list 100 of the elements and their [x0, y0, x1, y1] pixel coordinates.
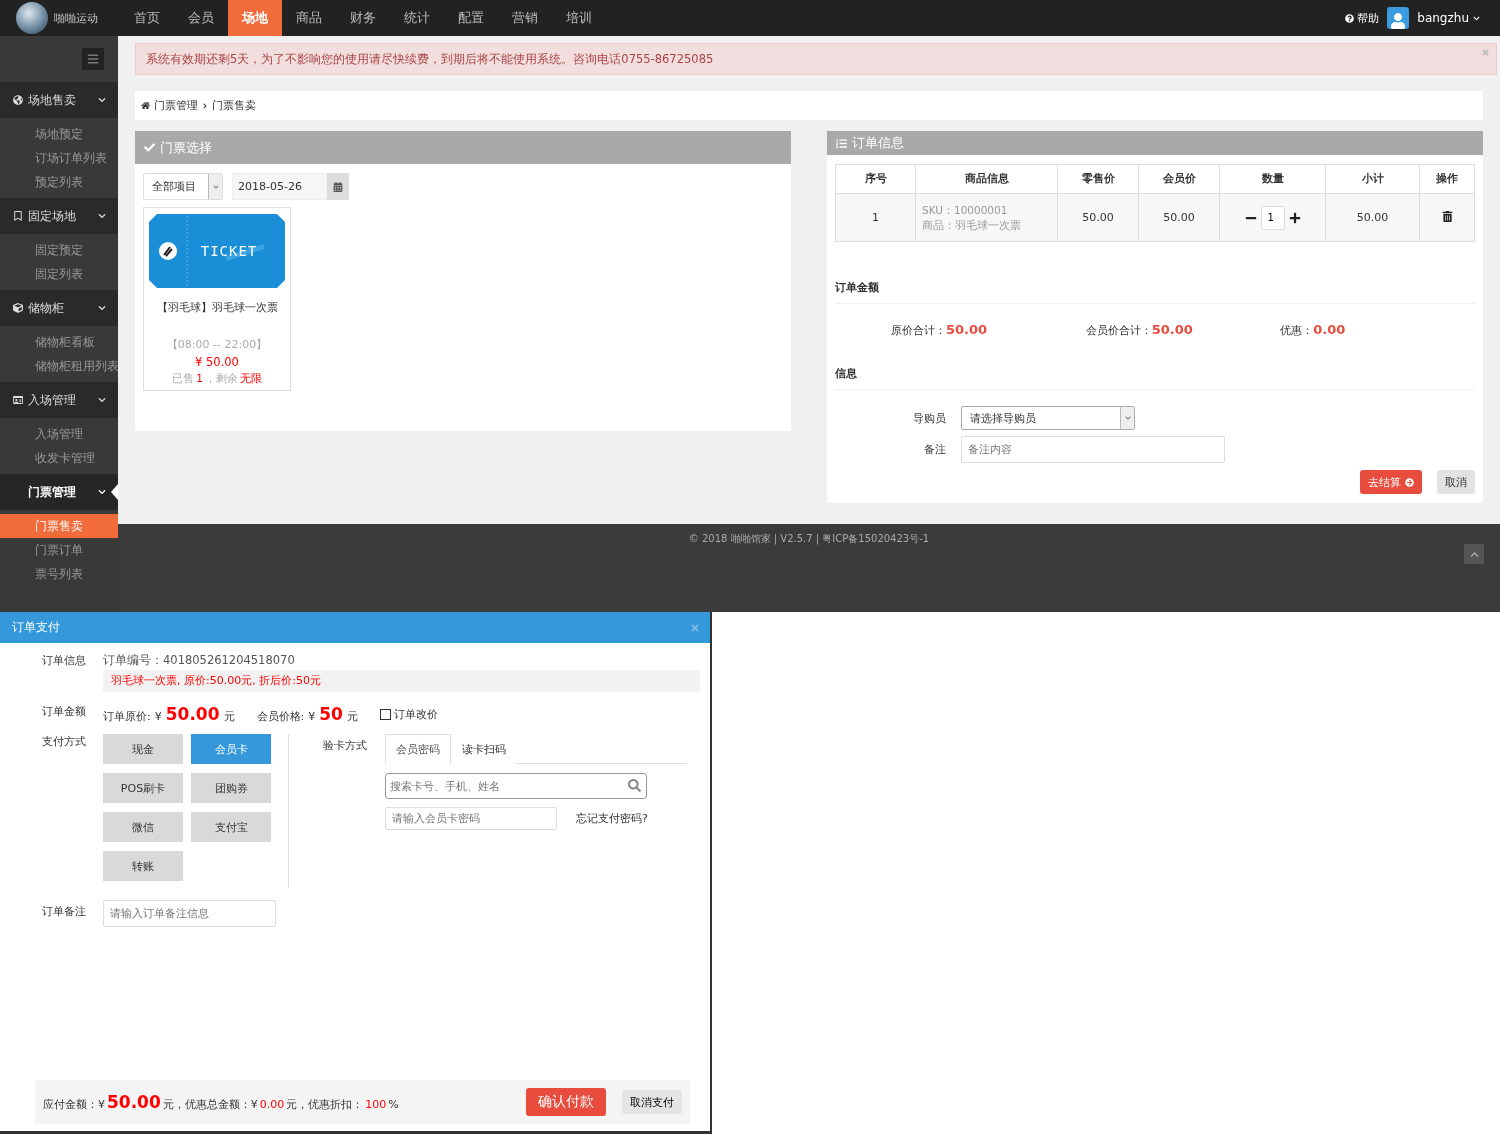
table-cell: 50.00 [1325, 193, 1420, 242]
table-cell: 1 [835, 193, 916, 242]
summary-text: % [388, 1098, 399, 1111]
sidebar-group[interactable]: 场地售卖 [0, 82, 118, 118]
group-icon [13, 303, 23, 313]
product-text: 商品：羽毛球一次票 [922, 217, 1022, 233]
payment-method-button[interactable]: POS刷卡 [103, 773, 183, 803]
summary-value: 50.00 [107, 1092, 161, 1112]
sidebar-item[interactable]: 储物柜看板 [0, 330, 118, 354]
menu-button[interactable] [82, 48, 104, 70]
currency-sign: ¥ [154, 710, 162, 723]
group-icon [13, 395, 23, 405]
amount-label: 会员价格: [256, 709, 305, 724]
password-field[interactable]: 请输入会员卡密码 [385, 807, 557, 830]
help-link[interactable]: 帮助 [1345, 10, 1380, 26]
nav-tab[interactable]: 统计 [390, 0, 444, 36]
footer-text: © 2018 啪啪馆家 | V2.5.7 | 粤ICP备15020423号-1 [688, 532, 930, 547]
table-cell: 50.00 [1138, 193, 1220, 242]
table-cell: 50.00 [1057, 193, 1139, 242]
quantity-field[interactable]: 1 [1260, 205, 1285, 230]
nav-tab[interactable]: 商品 [282, 0, 336, 36]
sidebar-item[interactable]: 门票订单 [0, 538, 118, 562]
order-summary: 羽毛球一次票, 原价:50.00元, 折后价:50元 [103, 670, 700, 692]
verify-tab[interactable]: 会员密码 [385, 734, 451, 764]
chevron-icon [98, 304, 106, 312]
sidebar-group[interactable]: 门票管理 [0, 474, 118, 510]
sidebar-item[interactable]: 储物柜租用列表 [0, 354, 118, 378]
column-header: 零售价 [1057, 164, 1139, 194]
column-header: 会员价 [1138, 164, 1220, 194]
amount-value: 50 [319, 704, 343, 724]
payment-method-button[interactable]: 转账 [103, 851, 183, 881]
price-change-checkbox[interactable]: 订单改价 [379, 707, 438, 722]
remark-field[interactable]: 请输入订单备注信息 [103, 900, 276, 927]
nav-tab[interactable]: 首页 [120, 0, 174, 36]
cancel-button[interactable]: 取消 [1437, 470, 1475, 494]
confirm-payment-button[interactable]: 确认付款 [526, 1088, 606, 1116]
separator-icon [202, 102, 208, 109]
sidebar-item[interactable]: 固定预定 [0, 238, 118, 262]
sidebar-item[interactable]: 预定列表 [0, 170, 118, 194]
payment-method-button[interactable]: 现金 [103, 734, 183, 764]
checkout-button[interactable]: 去结算 [1360, 470, 1422, 494]
dialog-title: 订单支付 [12, 619, 60, 636]
column-header: 数量 [1219, 164, 1326, 194]
total-value: 50.00 [946, 322, 988, 337]
calendar-icon [333, 181, 343, 192]
payment-method-button[interactable]: 团购券 [191, 773, 271, 803]
sidebar-item[interactable]: 票号列表 [0, 562, 118, 586]
user-avatar [1387, 7, 1410, 29]
sidebar-group[interactable]: 入场管理 [0, 382, 118, 418]
panel-title: 订单信息 [852, 134, 904, 152]
row-label: 验卡方式 [323, 738, 368, 754]
check-icon [144, 142, 155, 153]
card-search-field[interactable]: 搜索卡号、手机、姓名 [385, 773, 647, 799]
ticket-card[interactable]: TICKET 【羽毛球】羽毛球一次票 【08:00 -- 22:00】 ¥ 50.00 已售 1 ，剩余 无限 [143, 207, 291, 391]
nav-tab[interactable]: 财务 [336, 0, 390, 36]
nav-tab[interactable]: 会员 [174, 0, 228, 36]
alert-text: 系统有效期还剩5天，为了不影响您的使用请尽快续费，到期后将不能使用系统。咨询电话0755-86725085 [146, 52, 714, 66]
sidebar-item[interactable]: 固定列表 [0, 262, 118, 286]
checkbox[interactable] [379, 709, 391, 720]
field-label: 导购员 [912, 410, 947, 426]
sidebar-item[interactable]: 收发卡管理 [0, 446, 118, 470]
row-label: 订单信息 [41, 653, 87, 669]
user-menu[interactable]: bangzhu [1417, 11, 1480, 25]
row-label: 支付方式 [41, 734, 87, 750]
column-header: 操作 [1419, 164, 1475, 194]
unit-text: 元 [223, 709, 235, 724]
sidebar-item[interactable]: 入场管理 [0, 422, 118, 446]
cancel-payment-button[interactable]: 取消支付 [622, 1090, 682, 1114]
caret-icon [212, 183, 219, 190]
guide-select[interactable]: 请选择导购员 [961, 406, 1135, 430]
total-label: 优惠： [1280, 323, 1314, 338]
payment-method-button[interactable]: 微信 [103, 812, 183, 842]
category-select[interactable]: 全部项目 [143, 173, 223, 200]
ticket-price: ¥ 50.00 [195, 355, 239, 369]
delete-button[interactable] [1441, 210, 1453, 225]
date-field[interactable]: 2018-05-26 [232, 173, 327, 200]
payment-method-button[interactable]: 支付宝 [191, 812, 271, 842]
ticket-name: 【羽毛球】羽毛球一次票 [156, 300, 278, 315]
calendar-button[interactable] [327, 173, 349, 200]
breadcrumb-link[interactable]: 门票售卖 [212, 98, 256, 113]
forgot-password-link[interactable]: 忘记支付密码? [576, 811, 648, 826]
currency-sign: ¥ [308, 710, 316, 723]
nav-tab[interactable]: 配置 [444, 0, 498, 36]
nav-tab[interactable]: 培训 [552, 0, 606, 36]
menu-icon [87, 53, 99, 65]
column-header: 序号 [835, 164, 916, 194]
sidebar-group[interactable]: 固定场地 [0, 198, 118, 234]
column-header: 小计 [1325, 164, 1420, 194]
sidebar-item[interactable]: 场地预定 [0, 122, 118, 146]
sidebar-group[interactable]: 储物柜 [0, 290, 118, 326]
sidebar-item[interactable]: 订场订单列表 [0, 146, 118, 170]
breadcrumb-link[interactable]: 门票管理 [154, 98, 198, 113]
remaining-count: 无限 [239, 372, 262, 386]
note-field[interactable]: 备注内容 [961, 436, 1225, 463]
total-value: 0.00 [1313, 322, 1346, 337]
nav-tab[interactable]: 营销 [498, 0, 552, 36]
remaining-label: ，剩余 [204, 372, 238, 386]
scroll-top-button[interactable] [1464, 544, 1484, 564]
summary-text: 元，优惠折扣： [286, 1097, 364, 1112]
plus-button[interactable] [1288, 211, 1301, 224]
